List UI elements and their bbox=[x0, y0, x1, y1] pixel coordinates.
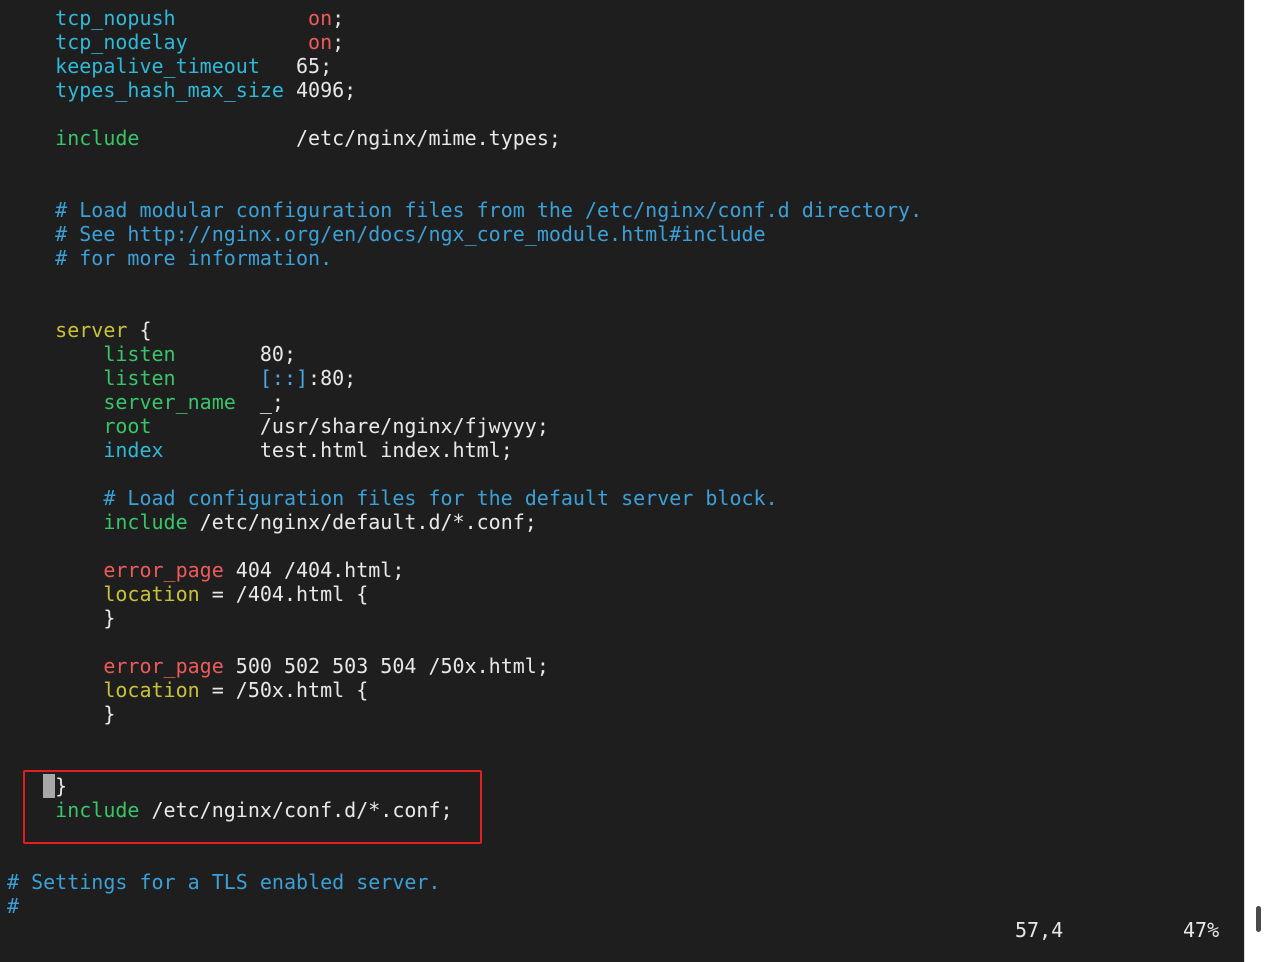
code-line: } bbox=[7, 702, 115, 726]
value: 4096; bbox=[296, 78, 357, 102]
code-line: server { bbox=[7, 318, 152, 342]
value: _; bbox=[259, 390, 284, 414]
code-line: tcp_nodelay on; bbox=[7, 30, 344, 54]
directive: error_page bbox=[103, 654, 224, 678]
comment-line: # Load configuration files for the defau… bbox=[7, 486, 778, 510]
code-line: listen [::]:80; bbox=[7, 366, 356, 390]
code-line: root /usr/share/nginx/fjwyyy; bbox=[7, 414, 549, 438]
scroll-percent: 47% bbox=[1183, 918, 1220, 942]
value: on bbox=[308, 30, 333, 54]
directive: include bbox=[55, 126, 140, 150]
directive: listen bbox=[103, 366, 176, 390]
comment: # Load configuration files for the defau… bbox=[103, 486, 778, 510]
code-line: index test.html index.html; bbox=[7, 438, 513, 462]
cursor-position: 57,4 bbox=[1015, 918, 1064, 942]
comment: # Load modular configuration files from … bbox=[55, 198, 923, 222]
directive: include bbox=[103, 510, 188, 534]
comment: # See http://nginx.org/en/docs/ngx_core_… bbox=[55, 222, 766, 246]
directive: server_name bbox=[103, 390, 236, 414]
ipv6-bracket: [::] bbox=[259, 366, 309, 390]
semicolon: ; bbox=[332, 6, 345, 30]
value: 500 502 503 504 /50x.html; bbox=[223, 654, 549, 678]
directive: listen bbox=[103, 342, 176, 366]
directive: error_page bbox=[103, 558, 224, 582]
block-keyword: location bbox=[103, 582, 200, 606]
value: :80; bbox=[308, 366, 357, 390]
block-keyword: location bbox=[103, 678, 200, 702]
directive: tcp_nopush bbox=[55, 6, 176, 30]
code-line: listen 80; bbox=[7, 342, 296, 366]
value: test.html index.html; bbox=[259, 438, 513, 462]
code-line: server_name _; bbox=[7, 390, 284, 414]
directive: root bbox=[103, 414, 152, 438]
value: /etc/nginx/mime.types; bbox=[296, 126, 561, 150]
directive: keepalive_timeout bbox=[55, 54, 260, 78]
code-line: types_hash_max_size 4096; bbox=[7, 78, 356, 102]
code-line: include /etc/nginx/mime.types; bbox=[7, 126, 561, 150]
comment: # Settings for a TLS enabled server. bbox=[7, 870, 441, 894]
code-line: error_page 500 502 503 504 /50x.html; bbox=[7, 654, 549, 678]
value: 404 /404.html; bbox=[223, 558, 405, 582]
comment-line: # Settings for a TLS enabled server. bbox=[7, 870, 440, 894]
highlight-annotation-box bbox=[23, 770, 482, 844]
code-line: error_page 404 /404.html; bbox=[7, 558, 404, 582]
vim-editor[interactable]: tcp_nopush on; tcp_nodelay on; keepalive… bbox=[0, 0, 1244, 962]
code-line: } bbox=[7, 606, 115, 630]
comment-line: # for more information. bbox=[7, 246, 332, 270]
directive: types_hash_max_size bbox=[55, 78, 284, 102]
comment-line: # bbox=[7, 894, 19, 918]
value: on bbox=[308, 6, 333, 30]
brace: } bbox=[103, 702, 116, 726]
code-line: include /etc/nginx/default.d/*.conf; bbox=[7, 510, 537, 534]
value: = /50x.html { bbox=[199, 678, 369, 702]
value: 80; bbox=[259, 342, 296, 366]
comment-line: # Load modular configuration files from … bbox=[7, 198, 922, 222]
vertical-scrollbar[interactable] bbox=[1244, 0, 1272, 962]
code-line: tcp_nopush on; bbox=[7, 6, 344, 30]
directive: index bbox=[103, 438, 164, 462]
code-line: location = /50x.html { bbox=[7, 678, 368, 702]
value: /usr/share/nginx/fjwyyy; bbox=[259, 414, 549, 438]
value: = /404.html { bbox=[199, 582, 369, 606]
comment: # bbox=[7, 894, 20, 918]
block-keyword: server bbox=[55, 318, 128, 342]
code-line: keepalive_timeout 65; bbox=[7, 54, 332, 78]
comment: # for more information. bbox=[55, 246, 333, 270]
value: /etc/nginx/default.d/*.conf; bbox=[187, 510, 537, 534]
directive: tcp_nodelay bbox=[55, 30, 188, 54]
value: 65; bbox=[296, 54, 333, 78]
code-line: location = /404.html { bbox=[7, 582, 368, 606]
brace: { bbox=[127, 318, 152, 342]
comment-line: # See http://nginx.org/en/docs/ngx_core_… bbox=[7, 222, 766, 246]
semicolon: ; bbox=[332, 30, 345, 54]
brace: } bbox=[103, 606, 116, 630]
scrollbar-thumb[interactable] bbox=[1256, 906, 1261, 932]
